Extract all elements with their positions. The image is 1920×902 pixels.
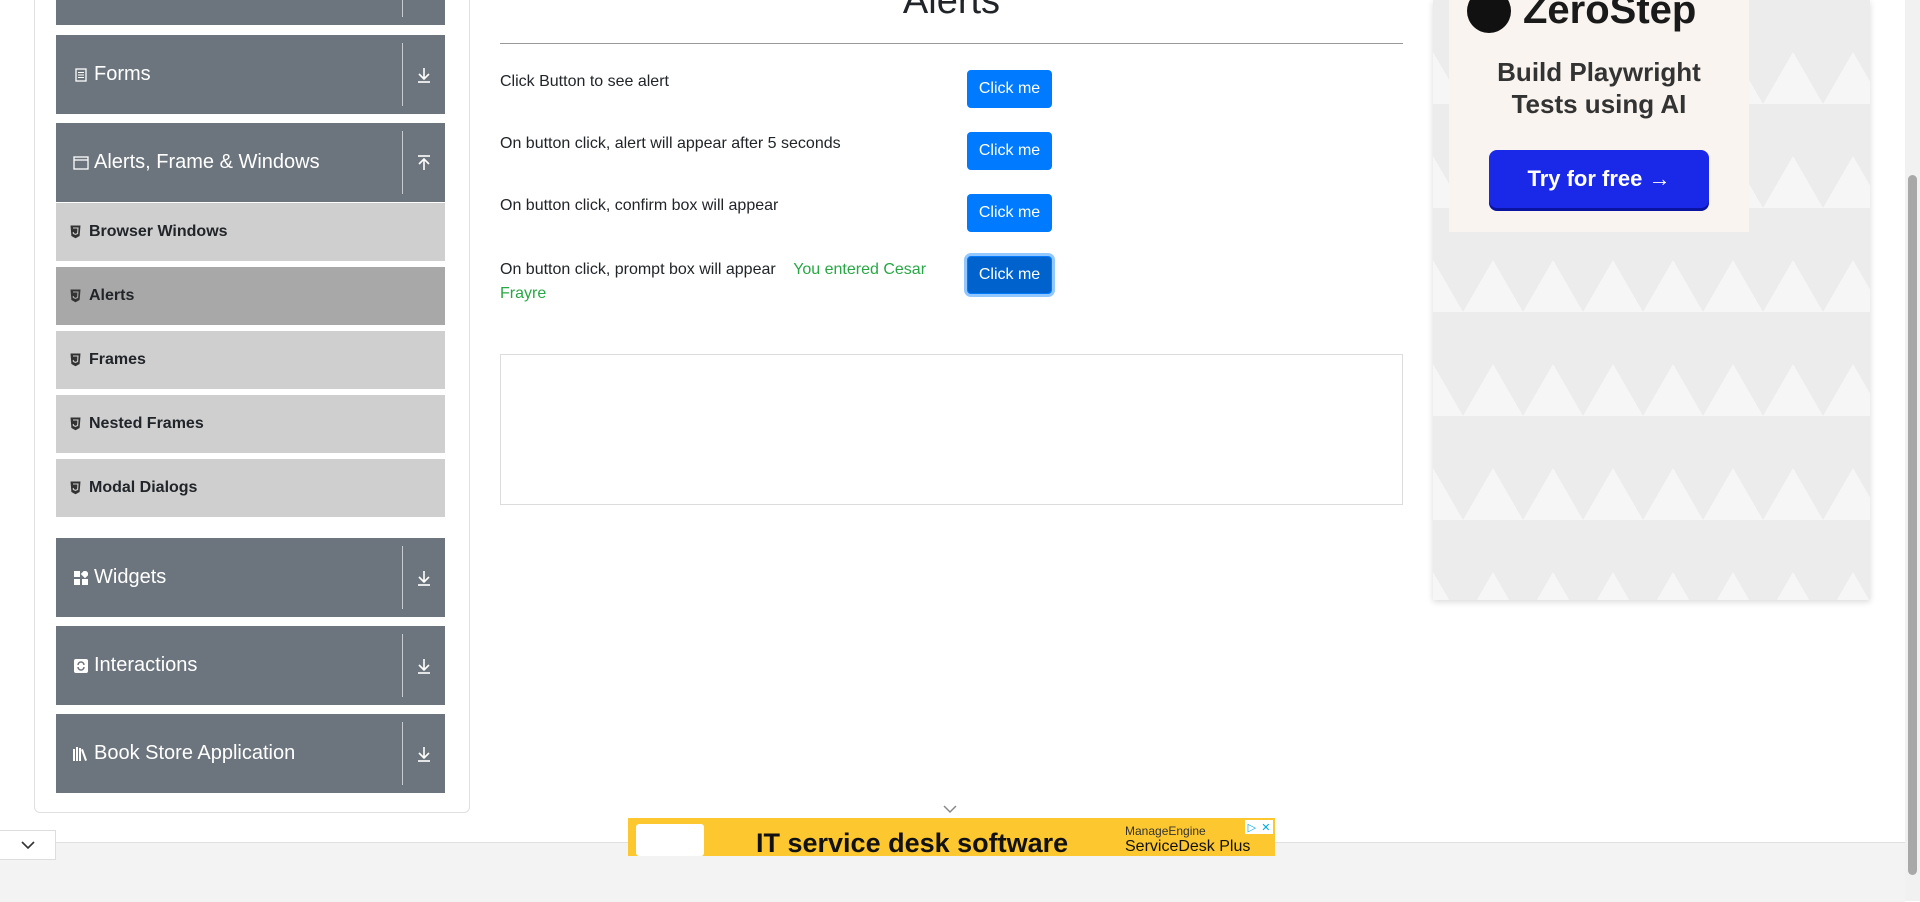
chevron-down-icon [20,841,35,850]
alert-row-label: Click Button to see alert [500,73,669,90]
sidebar-group-label: Alerts, Frame & Windows [94,151,320,173]
html5-icon [70,289,81,303]
page-title: Alerts [902,0,1001,22]
content-placeholder-box [500,354,1403,505]
html5-icon [70,353,81,367]
interactions-icon [72,657,90,675]
sidebar-group-label: Book Store Application [94,742,296,764]
sidebar-item-label: Browser Windows [89,223,228,240]
ad-card: ZeroStep Build Playwright Tests using AI… [1449,0,1749,232]
widgets-icon [72,569,90,587]
sidebar-item-label: Modal Dialogs [89,479,198,496]
timer-alert-row-label: On button click, alert will appear after… [500,135,841,152]
sidebar-group-label: Widgets [94,566,167,588]
sidebar-item-label: Nested Frames [89,415,204,432]
ad-thumbnail [636,824,704,856]
sidebar-group-elements[interactable] [56,0,445,25]
prompt-row: On button click, prompt box will appear … [500,258,940,306]
ad-headline: Build Playwright Tests using AI [1449,56,1749,120]
html5-icon [70,417,81,431]
prompt-button[interactable]: Click me [967,256,1052,294]
sidebar-item-label: Alerts [89,287,135,304]
ad-logo: ZeroStep [1467,0,1696,33]
divider [500,43,1403,44]
sidebar-item-nested-frames[interactable]: Nested Frames [56,395,445,456]
alert-button[interactable]: Click me [967,70,1052,108]
ad-headline-line: Tests using AI [1511,89,1687,119]
ad-brand: ZeroStep [1523,0,1697,32]
book-icon [72,745,90,763]
html5-icon [70,225,81,239]
divider [402,0,403,17]
confirm-row-label: On button click, confirm box will appear [500,197,779,214]
ad-headline: IT service desk software [756,828,1069,856]
sidebar-group-interactions[interactable]: Interactions [56,626,445,705]
scrollbar-thumb[interactable] [1908,175,1917,875]
chevron-down-icon[interactable] [940,802,960,816]
form-icon [72,66,90,84]
sidebar-group-forms[interactable]: Forms [56,35,445,114]
sidebar-item-browser-windows[interactable]: Browser Windows [56,203,445,264]
html5-icon [70,481,81,495]
sidebar-item-frames[interactable]: Frames [56,331,445,392]
ad-brand-top: ManageEngine [1125,824,1206,838]
download-arrow-icon[interactable] [403,538,445,617]
adchoices-icon[interactable]: ▷ ✕ [1245,820,1273,834]
ad-banner-right[interactable]: ZeroStep Build Playwright Tests using AI… [1433,0,1870,600]
sidebar-item-label: Frames [89,351,146,368]
sidebar-group-widgets[interactable]: Widgets [56,538,445,617]
footer-toggle[interactable] [0,830,56,860]
ad-headline-line: Build Playwright [1497,57,1701,87]
sidebar-item-alerts[interactable]: Alerts [56,267,445,328]
ad-cta-button[interactable]: Try for free → [1489,150,1709,208]
ad-brand-bottom: ServiceDesk Plus [1125,838,1251,855]
download-arrow-icon[interactable] [403,35,445,114]
download-arrow-icon[interactable] [403,714,445,793]
sidebar-group-alerts-frame-windows[interactable]: Alerts, Frame & Windows [56,123,445,202]
download-arrow-icon[interactable] [403,626,445,705]
zerostep-logo-icon [1467,0,1511,33]
sidebar-group-book-store-application[interactable]: Book Store Application [56,714,445,793]
sidebar-group-label: Forms [94,63,151,85]
sidebar-group-label: Interactions [94,654,198,676]
sidebar-item-modal-dialogs[interactable]: Modal Dialogs [56,459,445,520]
ad-banner-bottom[interactable]: IT service desk software ManageEngine Se… [628,818,1275,856]
timer-alert-button[interactable]: Click me [967,132,1052,170]
window-icon [72,154,90,172]
upload-arrow-icon[interactable] [403,123,445,202]
confirm-button[interactable]: Click me [967,194,1052,232]
prompt-row-label: On button click, prompt box will appear [500,261,776,278]
